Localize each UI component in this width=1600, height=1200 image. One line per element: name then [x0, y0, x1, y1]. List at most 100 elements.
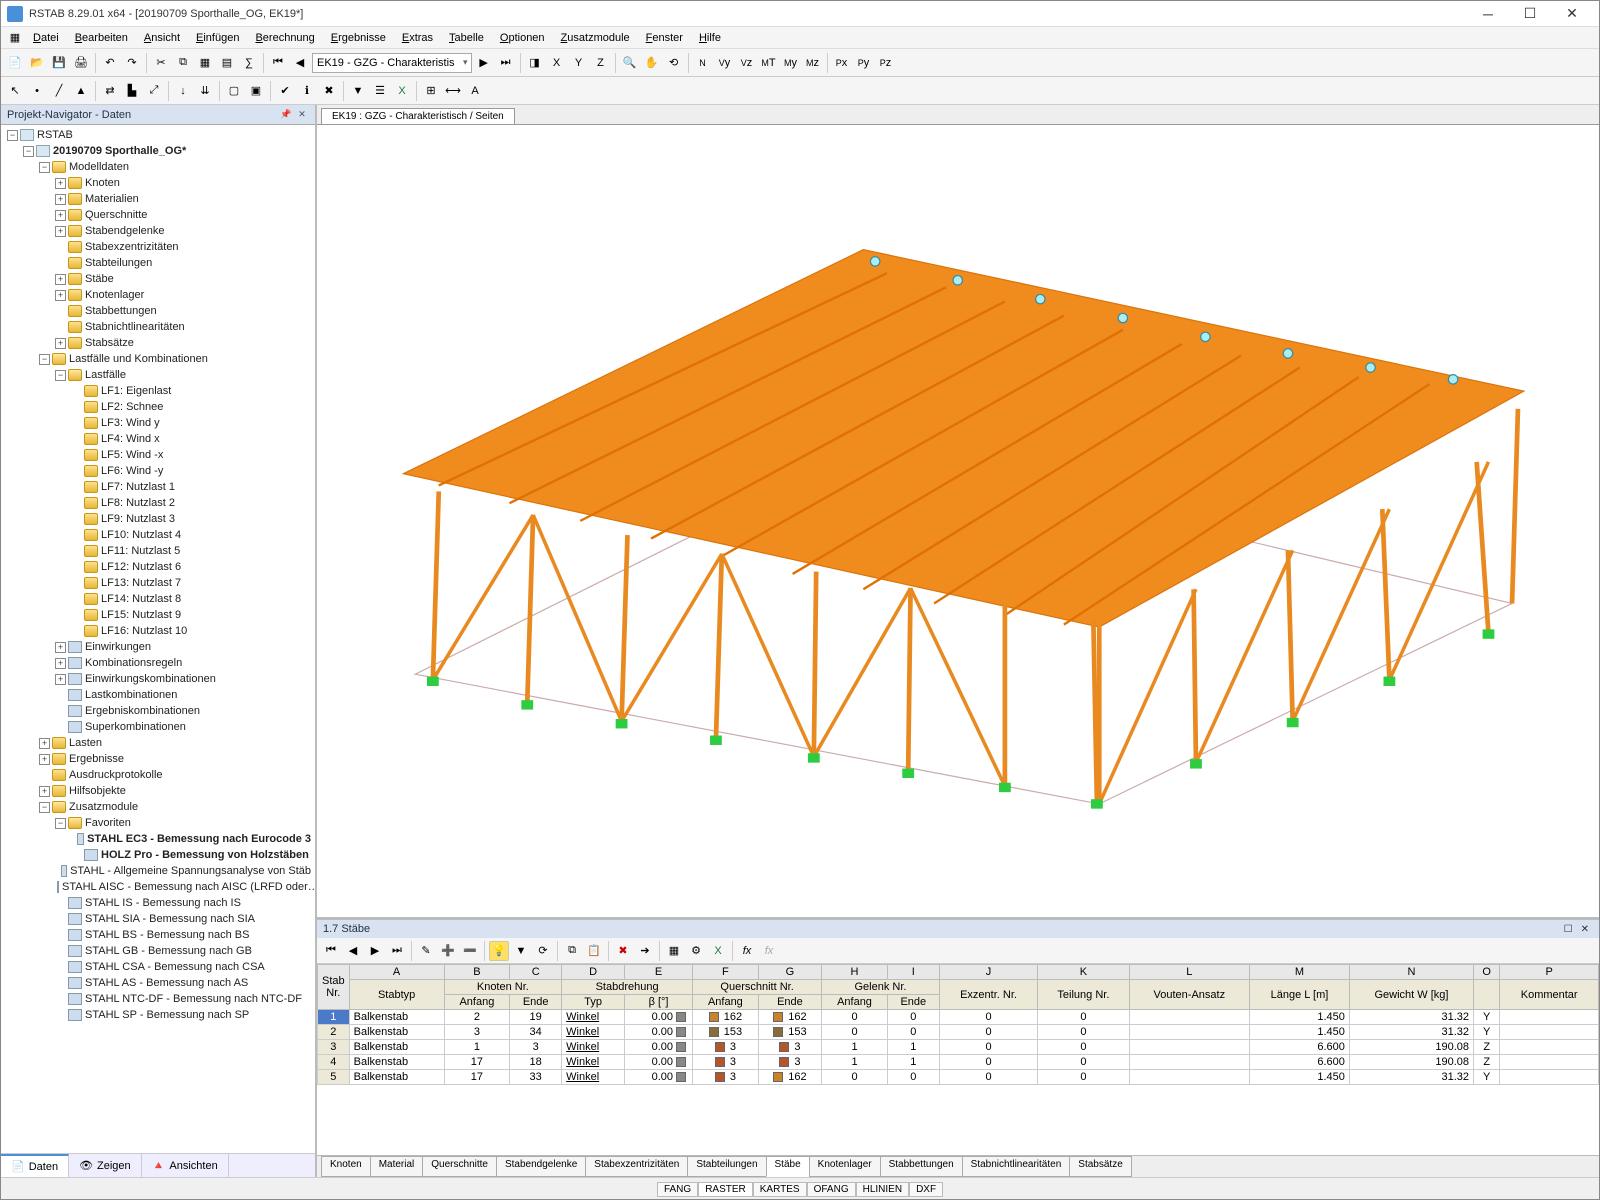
new-icon[interactable]: 📄: [5, 53, 25, 73]
tree-item[interactable]: Stabbettungen: [1, 303, 315, 319]
tree-item[interactable]: +Stabsätze: [1, 335, 315, 351]
tree-item[interactable]: −Lastfälle: [1, 367, 315, 383]
undo-icon[interactable]: ↶: [100, 53, 120, 73]
tree-item[interactable]: Ausdruckprotokolle: [1, 767, 315, 783]
expand-icon[interactable]: +: [55, 210, 66, 221]
expand-icon[interactable]: −: [7, 130, 18, 141]
open-icon[interactable]: 📂: [27, 53, 47, 73]
table-icon[interactable]: ▤: [217, 53, 237, 73]
tree-item[interactable]: +Kombinationsregeln: [1, 655, 315, 671]
tree-item[interactable]: +Einwirkungen: [1, 639, 315, 655]
tree-item[interactable]: Lastkombinationen: [1, 687, 315, 703]
tree-item[interactable]: +Knotenlager: [1, 287, 315, 303]
menu-fenster[interactable]: Fenster: [638, 30, 691, 46]
scale-icon[interactable]: ⤢: [144, 81, 164, 101]
results-vy-icon[interactable]: Vy: [715, 53, 735, 73]
tree-item[interactable]: LF7: Nutzlast 1: [1, 479, 315, 495]
support-icon[interactable]: ▲: [71, 81, 91, 101]
nav-tab-daten[interactable]: 📄 Daten: [1, 1154, 69, 1177]
text-icon[interactable]: A: [465, 81, 485, 101]
nav-tab-zeigen[interactable]: 👁 Zeigen: [69, 1154, 142, 1177]
move-icon[interactable]: ⇄: [100, 81, 120, 101]
expand-icon[interactable]: +: [39, 754, 50, 765]
tree-item[interactable]: Stabnichtlinearitäten: [1, 319, 315, 335]
zoom-icon[interactable]: 🔍: [620, 53, 640, 73]
expand-icon[interactable]: +: [55, 194, 66, 205]
table-tab-stabendgelenke[interactable]: Stabendgelenke: [496, 1156, 586, 1177]
tree-item[interactable]: HOLZ Pro - Bemessung von Holzstäben: [1, 847, 315, 863]
grid-icon[interactable]: ▦: [195, 53, 215, 73]
expand-icon[interactable]: −: [39, 802, 50, 813]
snap-icon[interactable]: ⊞: [421, 81, 441, 101]
status-kartes[interactable]: KARTES: [753, 1182, 807, 1197]
tree-item[interactable]: LF16: Nutzlast 10: [1, 623, 315, 639]
row-number[interactable]: 2: [318, 1025, 350, 1040]
table-tab-stabbettungen[interactable]: Stabbettungen: [880, 1156, 963, 1177]
table-maximize-icon[interactable]: ☐: [1560, 924, 1577, 935]
tree-item[interactable]: LF1: Eigenlast: [1, 383, 315, 399]
mirror-icon[interactable]: ▙: [122, 81, 142, 101]
table-tab-stabsätze[interactable]: Stabsätze: [1069, 1156, 1131, 1177]
calc-icon[interactable]: ∑: [239, 53, 259, 73]
expand-icon[interactable]: −: [39, 162, 50, 173]
nav-next-icon[interactable]: ▶: [474, 53, 494, 73]
viewport-3d[interactable]: [317, 125, 1599, 917]
status-raster[interactable]: RASTER: [698, 1182, 753, 1197]
table-tab-material[interactable]: Material: [370, 1156, 424, 1177]
results-vz-icon[interactable]: Vz: [737, 53, 757, 73]
load-point-icon[interactable]: ↓: [173, 81, 193, 101]
results-px-icon[interactable]: Px: [832, 53, 852, 73]
expand-icon[interactable]: +: [55, 290, 66, 301]
table-tab-knoten[interactable]: Knoten: [321, 1156, 371, 1177]
tree-item[interactable]: LF15: Nutzlast 9: [1, 607, 315, 623]
tree-item[interactable]: LF10: Nutzlast 4: [1, 527, 315, 543]
row-number[interactable]: 3: [318, 1040, 350, 1055]
nav-close-icon[interactable]: ✕: [295, 108, 309, 122]
menu-ansicht[interactable]: Ansicht: [136, 30, 188, 46]
app-menu-icon[interactable]: ▦: [5, 28, 25, 48]
tree-item[interactable]: Superkombinationen: [1, 719, 315, 735]
view-z-icon[interactable]: Z: [591, 53, 611, 73]
select-icon[interactable]: ↖: [5, 81, 25, 101]
tree-item[interactable]: STAHL - Allgemeine Spannungsanalyse von …: [1, 863, 315, 879]
tree-item[interactable]: LF14: Nutzlast 8: [1, 591, 315, 607]
status-fang[interactable]: FANG: [657, 1182, 698, 1197]
load-line-icon[interactable]: ⇊: [195, 81, 215, 101]
node-icon[interactable]: •: [27, 81, 47, 101]
tree-item[interactable]: STAHL SIA - Bemessung nach SIA: [1, 911, 315, 927]
tbl-excel-icon[interactable]: X: [708, 941, 728, 961]
view-x-icon[interactable]: X: [547, 53, 567, 73]
tbl-prev-icon[interactable]: ◀: [343, 941, 363, 961]
results-my-icon[interactable]: My: [781, 53, 801, 73]
expand-icon[interactable]: +: [39, 738, 50, 749]
menu-ergebnisse[interactable]: Ergebnisse: [323, 30, 394, 46]
view-tab[interactable]: EK19 : GZG - Charakteristisch / Seiten: [321, 108, 515, 124]
print-icon[interactable]: 🖨: [71, 53, 91, 73]
expand-icon[interactable]: +: [55, 274, 66, 285]
tree-item[interactable]: STAHL AS - Bemessung nach AS: [1, 975, 315, 991]
tree-item[interactable]: −20190709 Sporthalle_OG*: [1, 143, 315, 159]
tbl-filter-icon[interactable]: ▼: [511, 941, 531, 961]
results-py-icon[interactable]: Py: [854, 53, 874, 73]
menu-zusatzmodule[interactable]: Zusatzmodule: [553, 30, 638, 46]
tbl-reload-icon[interactable]: ⟳: [533, 941, 553, 961]
menu-extras[interactable]: Extras: [394, 30, 441, 46]
menu-optionen[interactable]: Optionen: [492, 30, 553, 46]
tree-item[interactable]: −Favoriten: [1, 815, 315, 831]
save-icon[interactable]: 💾: [49, 53, 69, 73]
results-pz-icon[interactable]: Pz: [876, 53, 896, 73]
pan-icon[interactable]: ✋: [642, 53, 662, 73]
tree-item[interactable]: STAHL BS - Bemessung nach BS: [1, 927, 315, 943]
results-mz-icon[interactable]: Mz: [803, 53, 823, 73]
nav-prev-icon[interactable]: ◀: [290, 53, 310, 73]
tree-item[interactable]: −Modelldaten: [1, 159, 315, 175]
nav-tab-ansichten[interactable]: 🔺 Ansichten: [142, 1154, 229, 1177]
tree-item[interactable]: Stabexzentrizitäten: [1, 239, 315, 255]
navigator-tree[interactable]: −RSTAB−20190709 Sporthalle_OG*−Modelldat…: [1, 125, 315, 1153]
menu-berechnung[interactable]: Berechnung: [247, 30, 322, 46]
menu-tabelle[interactable]: Tabelle: [441, 30, 492, 46]
table-tab-stäbe[interactable]: Stäbe: [766, 1156, 810, 1177]
minimize-button[interactable]: ─: [1467, 3, 1509, 25]
expand-icon[interactable]: +: [55, 642, 66, 653]
info-icon[interactable]: ℹ: [297, 81, 317, 101]
